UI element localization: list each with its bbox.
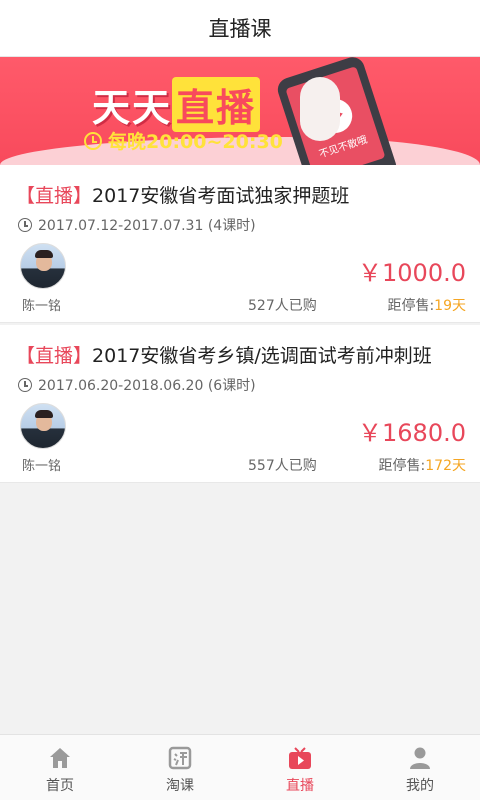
banner-headline: 天天 直播 xyxy=(92,77,261,132)
course-date-row: 2017.06.20-2018.06.20 (6课时) xyxy=(18,375,256,395)
course-date-row: 2017.07.12-2017.07.31 (4课时) xyxy=(18,215,256,235)
course-title: 2017安徽省考乡镇/选调面试考前冲刺班 xyxy=(92,345,432,367)
banner-headline-part2: 直播 xyxy=(172,77,261,132)
clock-icon xyxy=(18,378,32,392)
banner-headline-part1: 天天 xyxy=(92,86,173,130)
tab-tao[interactable]: 淘课 xyxy=(120,735,240,800)
tab-label: 直播 xyxy=(286,778,314,794)
deadline-days: 19天 xyxy=(434,298,466,314)
tao-icon xyxy=(168,746,192,770)
course-tag: 【直播】 xyxy=(16,185,93,207)
tab-label: 首页 xyxy=(46,778,74,794)
bottom-tab-bar: 首页 淘课 直播 我的 xyxy=(0,734,480,800)
course-title-row: 【直播】2017安徽省考乡镇/选调面试考前冲刺班 xyxy=(16,341,474,368)
teacher-avatar xyxy=(20,243,66,289)
course-card[interactable]: 【直播】2017安徽省考乡镇/选调面试考前冲刺班 2017.06.20-2018… xyxy=(0,325,480,483)
tab-home[interactable]: 首页 xyxy=(0,735,120,800)
course-tag: 【直播】 xyxy=(16,345,93,367)
tab-label: 淘课 xyxy=(166,778,194,794)
profile-icon xyxy=(410,747,430,769)
course-list: 【直播】2017安徽省考面试独家押题班 2017.07.12-2017.07.3… xyxy=(0,165,480,483)
page-title: 直播课 xyxy=(208,17,272,41)
course-price: ￥1680.0 xyxy=(358,419,466,447)
hand-illustration xyxy=(300,77,340,141)
sale-deadline: 距停售:19天 xyxy=(387,295,466,315)
deadline-days: 172天 xyxy=(425,458,466,474)
purchase-count: 527人已购 xyxy=(248,298,317,314)
deadline-label: 距停售: xyxy=(378,458,426,474)
live-banner[interactable]: 天天 直播 每晚20:00~20:30 不见不散哦 xyxy=(0,57,480,165)
app-header: 直播课 xyxy=(0,0,480,57)
home-icon xyxy=(50,748,70,768)
teacher-name: 陈一铭 xyxy=(22,299,62,314)
teacher-name: 陈一铭 xyxy=(22,459,62,474)
banner-time-row: 每晚20:00~20:30 xyxy=(84,127,283,154)
clock-icon xyxy=(84,131,102,150)
tv-icon xyxy=(289,747,311,769)
purchase-count: 557人已购 xyxy=(248,458,317,474)
course-price: ￥1000.0 xyxy=(358,259,466,287)
banner-time: 每晚20:00~20:30 xyxy=(108,131,283,153)
tab-profile[interactable]: 我的 xyxy=(360,735,480,800)
course-title: 2017安徽省考面试独家押题班 xyxy=(92,185,350,207)
course-card[interactable]: 【直播】2017安徽省考面试独家押题班 2017.07.12-2017.07.3… xyxy=(0,165,480,323)
course-title-row: 【直播】2017安徽省考面试独家押题班 xyxy=(16,181,474,208)
course-date-range: 2017.07.12-2017.07.31 (4课时) xyxy=(38,218,256,234)
deadline-label: 距停售: xyxy=(387,298,435,314)
tab-live[interactable]: 直播 xyxy=(240,735,360,800)
course-date-range: 2017.06.20-2018.06.20 (6课时) xyxy=(38,378,256,394)
tab-label: 我的 xyxy=(406,778,434,794)
clock-icon xyxy=(18,218,32,232)
teacher-avatar xyxy=(20,403,66,449)
sale-deadline: 距停售:172天 xyxy=(379,455,466,475)
